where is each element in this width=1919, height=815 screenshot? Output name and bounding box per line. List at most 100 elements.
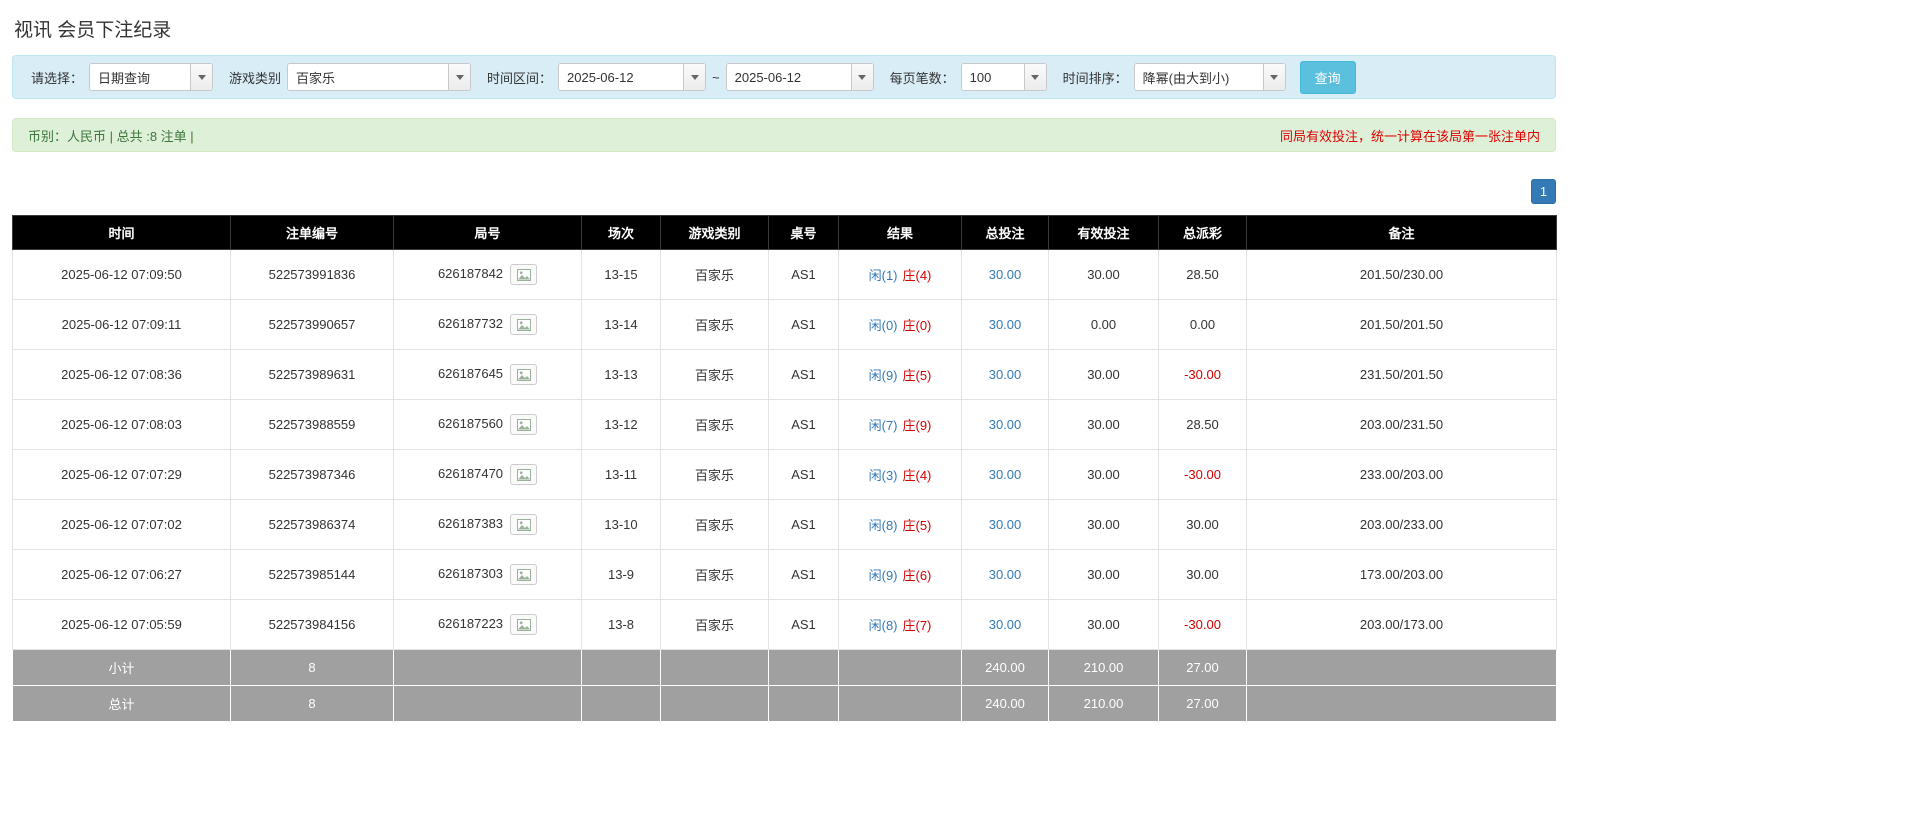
header-game-type: 游戏类别 [661,216,769,250]
total-bet-link[interactable]: 30.00 [989,467,1022,482]
view-cards-button[interactable] [510,264,537,285]
cell-round-id: 626187223 [394,600,582,650]
cell-valid-bet: 30.00 [1049,250,1159,300]
cell-table-no: AS1 [769,350,839,400]
total-empty-cell [661,686,769,722]
table-header-row: 时间 注单编号 局号 场次 游戏类别 桌号 结果 总投注 有效投注 总派彩 备注 [13,216,1557,250]
cell-time: 2025-06-12 07:06:27 [13,550,231,600]
header-time: 时间 [13,216,231,250]
result-player: 闲(3) [869,468,898,483]
result-banker: 庄(5) [903,368,932,383]
subtotal-row: 小计 8 240.00 210.00 27.00 [13,650,1557,686]
cell-round-id: 626187732 [394,300,582,350]
search-button[interactable]: 查询 [1300,61,1356,94]
total-bet-link[interactable]: 30.00 [989,367,1022,382]
cell-bet-id: 522573984156 [231,600,394,650]
view-cards-button[interactable] [510,414,537,435]
table-row: 2025-06-12 07:09:50 522573991836 6261878… [13,250,1557,300]
cell-note: 231.50/201.50 [1247,350,1557,400]
cell-round-id: 626187383 [394,500,582,550]
total-bet-link[interactable]: 30.00 [989,517,1022,532]
cell-result: 闲(8)庄(7) [839,600,962,650]
cell-valid-bet: 30.00 [1049,550,1159,600]
cell-table-no: AS1 [769,250,839,300]
total-bet-link[interactable]: 30.00 [989,317,1022,332]
cell-total-bet: 30.00 [962,550,1049,600]
view-cards-button[interactable] [510,564,537,585]
date-to-dropdown-button[interactable] [851,64,873,90]
sort-order-combobox [1134,63,1286,91]
view-cards-button[interactable] [510,514,537,535]
cell-time: 2025-06-12 07:08:36 [13,350,231,400]
cell-result: 闲(3)庄(4) [839,450,962,500]
sort-order-dropdown-button[interactable] [1263,64,1285,90]
view-cards-button[interactable] [510,614,537,635]
cards-image-icon [517,469,531,481]
result-banker: 庄(6) [903,568,932,583]
cell-note: 201.50/201.50 [1247,300,1557,350]
header-payout: 总派彩 [1159,216,1247,250]
cell-total-bet: 30.00 [962,250,1049,300]
cell-session: 13-13 [582,350,661,400]
game-type-input[interactable] [288,64,448,90]
round-id-text: 626187732 [438,316,503,331]
result-player: 闲(0) [869,318,898,333]
chevron-down-icon [456,75,464,80]
result-banker: 庄(9) [903,418,932,433]
page-size-dropdown-button[interactable] [1024,64,1046,90]
cards-image-icon [517,519,531,531]
query-type-dropdown-button[interactable] [190,64,212,90]
date-from-dropdown-button[interactable] [683,64,705,90]
result-banker: 庄(0) [903,318,932,333]
cell-game-type: 百家乐 [661,400,769,450]
cell-round-id: 626187470 [394,450,582,500]
total-bet-link[interactable]: 30.00 [989,617,1022,632]
cell-game-type: 百家乐 [661,550,769,600]
cell-total-bet: 30.00 [962,600,1049,650]
valid-bet-note: 同局有效投注，统一计算在该局第一张注单内 [1280,126,1540,145]
cards-image-icon [517,419,531,431]
pagination-page-1[interactable]: 1 [1531,179,1556,204]
subtotal-empty-cell [582,650,661,686]
view-cards-button[interactable] [510,314,537,335]
cell-game-type: 百家乐 [661,500,769,550]
result-player: 闲(9) [869,368,898,383]
cell-table-no: AS1 [769,400,839,450]
header-valid-bet: 有效投注 [1049,216,1159,250]
cell-round-id: 626187842 [394,250,582,300]
chevron-down-icon [198,75,206,80]
date-to-input[interactable] [727,64,851,90]
total-payout: 27.00 [1159,686,1247,722]
cell-note: 173.00/203.00 [1247,550,1557,600]
table-row: 2025-06-12 07:07:02 522573986374 6261873… [13,500,1557,550]
game-type-dropdown-button[interactable] [448,64,470,90]
subtotal-empty-cell [1247,650,1557,686]
cell-bet-id: 522573986374 [231,500,394,550]
sort-order-input[interactable] [1135,64,1263,90]
cell-session: 13-9 [582,550,661,600]
date-range-separator: ~ [712,70,720,85]
view-cards-button[interactable] [510,464,537,485]
header-session: 场次 [582,216,661,250]
date-from-input[interactable] [559,64,683,90]
cell-session: 13-8 [582,600,661,650]
total-bet-link[interactable]: 30.00 [989,567,1022,582]
subtotal-total-bet: 240.00 [962,650,1049,686]
query-type-combobox [89,63,213,91]
cell-valid-bet: 30.00 [1049,400,1159,450]
cards-image-icon [517,619,531,631]
subtotal-payout: 27.00 [1159,650,1247,686]
cards-image-icon [517,269,531,281]
cell-time: 2025-06-12 07:09:11 [13,300,231,350]
total-bet-link[interactable]: 30.00 [989,267,1022,282]
header-result: 结果 [839,216,962,250]
query-type-label: 请选择： [31,68,83,87]
cell-valid-bet: 0.00 [1049,300,1159,350]
subtotal-count: 8 [231,650,394,686]
cell-payout: 30.00 [1159,500,1247,550]
cell-session: 13-15 [582,250,661,300]
view-cards-button[interactable] [510,364,537,385]
page-size-input[interactable] [962,64,1024,90]
total-bet-link[interactable]: 30.00 [989,417,1022,432]
query-type-input[interactable] [90,64,190,90]
